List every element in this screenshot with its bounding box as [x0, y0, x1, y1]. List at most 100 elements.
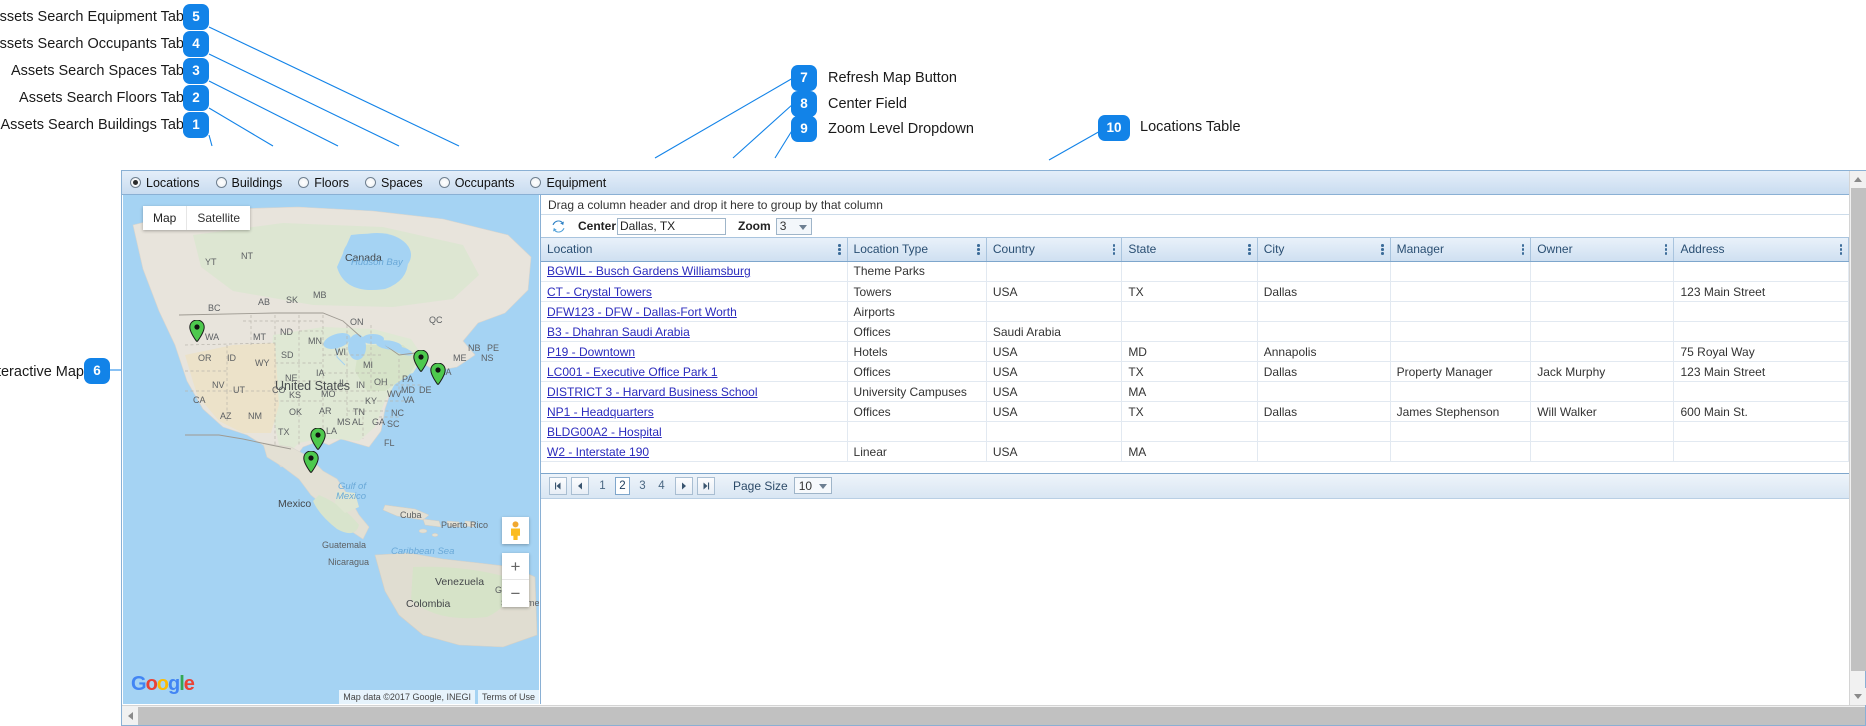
map-pin[interactable] — [189, 319, 205, 342]
column-menu-icon[interactable] — [1834, 244, 1842, 255]
cell-location[interactable]: NP1 - Headquarters — [541, 401, 848, 422]
scroll-down-button[interactable] — [1850, 688, 1866, 705]
map-pin[interactable] — [430, 362, 446, 385]
center-input[interactable] — [617, 217, 727, 235]
horizontal-scroll-thumb[interactable] — [138, 706, 1865, 725]
terms-of-use-link[interactable]: Terms of Use — [477, 690, 539, 704]
street-view-pegman-icon[interactable] — [502, 517, 529, 544]
table-row[interactable]: B3 - Dhahran Saudi Arabia Offices Saudi Ar… — [541, 321, 1849, 342]
map-type-satellite[interactable]: Satellite — [187, 206, 250, 230]
table-row[interactable]: W2 - Interstate 190 Linear USA MA — [541, 441, 1849, 462]
tab-spaces[interactable]: Spaces — [364, 176, 423, 190]
interactive-map[interactable]: Map Satellite Canada Hudson Bay United Sta… — [123, 195, 539, 704]
table-row[interactable]: CT - Crystal Towers Towers USA TX Dallas 123 … — [541, 281, 1849, 302]
table-row[interactable]: LC001 - Executive Office Park 1 Offices US… — [541, 361, 1849, 382]
cell-location[interactable]: W2 - Interstate 190 — [541, 441, 848, 462]
location-link[interactable]: LC001 - Executive Office Park 1 — [547, 365, 718, 379]
location-link[interactable]: CT - Crystal Towers — [547, 285, 652, 299]
radio-icon-spaces[interactable] — [364, 177, 376, 188]
cell-owner — [1530, 321, 1675, 342]
scroll-up-button[interactable] — [1850, 171, 1866, 188]
column-header-location-type[interactable]: Location Type — [847, 238, 987, 262]
map-pin[interactable] — [413, 349, 429, 372]
table-row[interactable]: BLDG00A2 - Hospital — [541, 421, 1849, 442]
radio-icon-locations[interactable] — [130, 177, 141, 188]
page-number-3[interactable]: 3 — [636, 478, 649, 494]
cell-location[interactable]: BLDG00A2 - Hospital — [541, 421, 848, 442]
cell-type: University Campuses — [847, 381, 987, 402]
next-page-button[interactable] — [675, 476, 693, 495]
column-header-address[interactable]: Address — [1673, 238, 1849, 262]
cell-location[interactable]: CT - Crystal Towers — [541, 281, 848, 302]
tab-locations[interactable]: Locations — [130, 176, 200, 190]
column-header-owner[interactable]: Owner — [1530, 238, 1675, 262]
column-menu-icon[interactable] — [1375, 244, 1384, 255]
table-row[interactable]: P19 - Downtown Hotels USA MD Annapolis 75 Roy… — [541, 341, 1849, 362]
table-row[interactable]: BGWIL - Busch Gardens Williamsburg Theme … — [541, 261, 1849, 282]
cell-location[interactable]: P19 - Downtown — [541, 341, 848, 362]
column-header-location[interactable]: Location — [541, 238, 848, 262]
tab-buildings[interactable]: Buildings — [215, 176, 282, 190]
radio-icon-equipment[interactable] — [530, 177, 542, 188]
cell-location[interactable]: DFW123 - DFW - Dallas-Fort Worth — [541, 301, 848, 322]
location-link[interactable]: P19 - Downtown — [547, 345, 635, 359]
zoom-out-button[interactable]: − — [502, 580, 529, 606]
column-menu-icon[interactable] — [1516, 244, 1525, 255]
column-menu-icon[interactable] — [1107, 244, 1116, 255]
cell-location[interactable]: BGWIL - Busch Gardens Williamsburg — [541, 261, 848, 282]
vertical-scrollbar[interactable] — [1849, 171, 1866, 705]
first-page-button[interactable] — [549, 476, 567, 495]
prev-page-button[interactable] — [571, 476, 589, 495]
column-menu-icon[interactable] — [832, 244, 841, 255]
map-attribution: Map data ©2017 Google, INEGI Terms of Us… — [339, 690, 539, 704]
group-by-dropzone[interactable]: Drag a column header and drop it here to… — [541, 195, 1849, 215]
column-header-manager[interactable]: Manager — [1390, 238, 1532, 262]
cell-location[interactable]: LC001 - Executive Office Park 1 — [541, 361, 848, 382]
map-label: WI — [335, 347, 346, 357]
column-menu-icon[interactable] — [1659, 244, 1668, 255]
column-header-country[interactable]: Country — [986, 238, 1123, 262]
page-number-2[interactable]: 2 — [615, 476, 630, 495]
cell-location[interactable]: B3 - Dhahran Saudi Arabia — [541, 321, 848, 342]
chevron-down-icon — [818, 484, 827, 489]
vertical-scroll-thumb[interactable] — [1851, 188, 1866, 671]
map-canvas[interactable]: Map Satellite Canada Hudson Bay United Sta… — [123, 195, 539, 704]
column-header-state[interactable]: State — [1121, 238, 1258, 262]
horizontal-scrollbar[interactable] — [122, 705, 1865, 725]
refresh-map-button[interactable] — [548, 217, 568, 235]
cell-location[interactable]: DISTRICT 3 - Harvard Business School — [541, 381, 848, 402]
map-pin[interactable] — [310, 427, 326, 450]
radio-icon-occupants[interactable] — [438, 177, 450, 188]
location-link[interactable]: B3 - Dhahran Saudi Arabia — [547, 325, 690, 339]
map-zoom-controls[interactable]: + − — [502, 553, 529, 607]
map-type-map[interactable]: Map — [143, 206, 188, 230]
column-menu-icon[interactable] — [971, 244, 980, 255]
map-type-switcher[interactable]: Map Satellite — [143, 206, 251, 230]
radio-icon-buildings[interactable] — [215, 177, 227, 188]
scroll-left-button[interactable] — [122, 707, 138, 725]
table-row[interactable]: NP1 - Headquarters Offices USA TX Dallas Jame… — [541, 401, 1849, 422]
tab-equipment[interactable]: Equipment — [530, 176, 606, 190]
radio-icon-floors[interactable] — [298, 177, 310, 188]
page-size-dropdown[interactable]: 10 — [793, 477, 832, 494]
last-page-button[interactable] — [697, 476, 715, 495]
map-pin[interactable] — [303, 450, 319, 473]
location-link[interactable]: DISTRICT 3 - Harvard Business School — [547, 385, 758, 399]
map-label: NB — [468, 343, 481, 353]
page-number-4[interactable]: 4 — [655, 478, 668, 494]
table-row[interactable]: DFW123 - DFW - Dallas-Fort Worth Airports — [541, 301, 1849, 322]
table-row[interactable]: DISTRICT 3 - Harvard Business School Univ… — [541, 381, 1849, 402]
tab-occupants[interactable]: Occupants — [438, 176, 514, 190]
location-link[interactable]: W2 - Interstate 190 — [547, 445, 649, 459]
zoom-level-dropdown[interactable]: 3 — [775, 217, 812, 235]
location-link[interactable]: BLDG00A2 - Hospital — [547, 425, 662, 439]
column-header-city[interactable]: City — [1257, 238, 1391, 262]
tab-floors[interactable]: Floors — [298, 176, 349, 190]
location-link[interactable]: DFW123 - DFW - Dallas-Fort Worth — [547, 305, 737, 319]
column-menu-icon[interactable] — [1242, 244, 1251, 255]
location-link[interactable]: BGWIL - Busch Gardens Williamsburg — [547, 264, 751, 278]
location-link[interactable]: NP1 - Headquarters — [547, 405, 654, 419]
zoom-in-button[interactable]: + — [502, 553, 529, 580]
locations-table-body[interactable]: BGWIL - Busch Gardens Williamsburg Theme … — [541, 261, 1849, 474]
page-number-1[interactable]: 1 — [596, 478, 609, 494]
